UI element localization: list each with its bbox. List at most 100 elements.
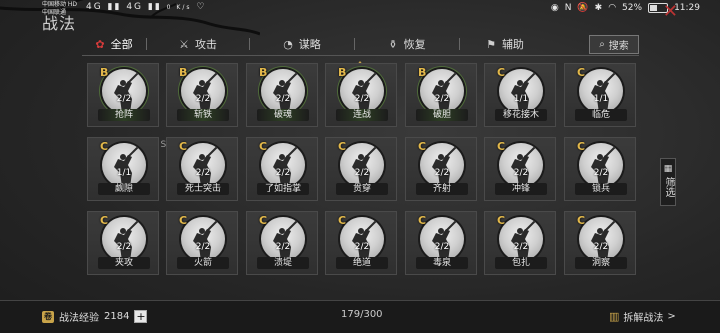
- tactic-card[interactable]: C1/1觑隙S3: [87, 137, 172, 201]
- tactic-grid: B 2/2 抢阵 B 2/2 斩铁 B 2/2 破魂 B 2/2 连战 B 2/2 破胆 C 1/1 移花接木 C 1…: [87, 63, 637, 300]
- rank-badge: C: [179, 214, 188, 227]
- tab-3[interactable]: ◔ 谋略: [250, 33, 354, 55]
- tactic-count: 2/2: [434, 94, 450, 104]
- page-title: 战法: [42, 14, 77, 33]
- nfc-icon: N: [564, 3, 572, 13]
- tactic-card[interactable]: B 2/2 破胆: [405, 63, 477, 127]
- add-exp-button[interactable]: +: [134, 310, 148, 323]
- warrior-portrait-icon: [102, 217, 146, 261]
- warrior-portrait-icon: [420, 143, 464, 187]
- tactic-card[interactable]: C 1/1 临危: [564, 63, 636, 127]
- dismantle-button[interactable]: ▥ 拆解战法 >: [609, 309, 676, 324]
- tactic-card[interactable]: C 2/2 了如指掌: [246, 137, 318, 201]
- tab-label: 辅助: [501, 38, 524, 51]
- tactic-count: 2/2: [195, 242, 211, 252]
- tactic-card[interactable]: C 2/2 齐射: [405, 137, 477, 201]
- search-icon: ⌕: [599, 39, 605, 50]
- tactic-count: 2/2: [275, 168, 291, 178]
- tactic-count: 1/1: [593, 94, 609, 104]
- tactic-count: 2/2: [116, 242, 132, 252]
- tactic-name: 贯穿: [336, 183, 388, 195]
- rank-badge: C: [497, 140, 506, 153]
- tactic-card[interactable]: C 2/2 死士突击: [166, 137, 238, 201]
- warrior-portrait-icon: [181, 69, 225, 113]
- tab-1[interactable]: ✿ 全部: [82, 33, 146, 55]
- tactic-count: 2/2: [434, 242, 450, 252]
- rank-badge: C: [577, 214, 586, 227]
- tab-4[interactable]: ⚱ 恢复: [355, 33, 459, 55]
- tactic-card[interactable]: C 2/2 毒泉: [405, 211, 477, 275]
- tactic-name: 绝道: [336, 257, 388, 269]
- tab-5[interactable]: ⚑ 辅助: [460, 33, 550, 55]
- tactic-card[interactable]: B 2/2 破魂: [246, 63, 318, 127]
- tactic-card[interactable]: C 2/2 火箭: [166, 211, 238, 275]
- signal-icon: 4G ▮▮ 4G ▮▮ 0 K/s ♡: [86, 2, 207, 12]
- tactic-name: 夹攻: [98, 257, 150, 269]
- rank-badge: C: [179, 140, 188, 153]
- tactic-count: 2/2: [593, 168, 609, 178]
- tactic-name: 溃堤: [257, 257, 309, 269]
- flower-icon: ✿: [95, 37, 105, 51]
- tactic-card[interactable]: C 2/2 锁兵: [564, 137, 636, 201]
- tactic-card[interactable]: B 2/2 抢阵: [87, 63, 159, 127]
- rank-badge: C: [338, 214, 347, 227]
- warrior-portrait-icon: [102, 143, 146, 187]
- tactic-card[interactable]: C 2/2 贯穿: [325, 137, 397, 201]
- wifi-icon: ◠: [608, 3, 617, 13]
- book-icon: 卷: [42, 310, 54, 323]
- tactic-count: 2/2: [275, 242, 291, 252]
- tactic-exp: 卷 战法经验 2184 +: [42, 309, 148, 324]
- tactic-name: 破魂: [257, 109, 309, 121]
- warrior-portrait-icon: [499, 69, 543, 113]
- warrior-portrait-icon: [340, 217, 384, 261]
- rank-badge: B: [418, 66, 427, 79]
- rank-badge: C: [497, 214, 506, 227]
- tactic-card[interactable]: C 1/1 移花接木: [484, 63, 556, 127]
- close-icon[interactable]: ✕: [663, 3, 678, 21]
- tactic-card[interactable]: C 2/2 夹攻: [87, 211, 159, 275]
- tactic-name: 死士突击: [177, 183, 229, 195]
- warrior-portrait-icon: [420, 217, 464, 261]
- tab-2[interactable]: ⚔ 攻击: [147, 33, 249, 55]
- tactic-card[interactable]: C 2/2 溃堤: [246, 211, 318, 275]
- tactic-card[interactable]: C 2/2 包扎: [484, 211, 556, 275]
- tactic-card[interactable]: C 2/2 洞察: [564, 211, 636, 275]
- rank-badge: B: [100, 66, 109, 79]
- tactic-count: 2/2: [195, 168, 211, 178]
- tab-label: 攻击: [194, 38, 217, 51]
- tactic-card[interactable]: C 2/2 冲锋: [484, 137, 556, 201]
- rank-badge: C: [577, 140, 586, 153]
- rank-badge: C: [577, 66, 586, 79]
- tactic-name: 冲锋: [495, 183, 547, 195]
- scroll-icon: ▥: [609, 310, 620, 323]
- warrior-portrait-icon: [261, 69, 305, 113]
- flag-icon: ⚑: [486, 37, 496, 51]
- tactic-count: 2/2: [354, 168, 370, 178]
- warrior-portrait-icon: [579, 143, 623, 187]
- warrior-portrait-icon: [579, 69, 623, 113]
- tactic-name: 觑隙: [98, 183, 150, 195]
- filter-button[interactable]: ▦ 筛选: [660, 158, 676, 206]
- tactic-count: 2/2: [275, 94, 291, 104]
- carrier-1: 中国移动 HD: [42, 1, 78, 8]
- category-tabs: ✿ 全部 ⚔ 攻击 ◔ 谋略 ⚱ 恢复 ⚑ 辅助 ⌕ 搜索: [82, 33, 639, 56]
- tab-label: 全部: [110, 38, 133, 51]
- warrior-portrait-icon: [499, 217, 543, 261]
- tactic-card[interactable]: C 2/2 绝道: [325, 211, 397, 275]
- tactic-count: 1/1: [116, 168, 132, 178]
- rank-badge: B: [259, 66, 268, 79]
- tactic-name: 锁兵: [575, 183, 627, 195]
- search-button[interactable]: ⌕ 搜索: [589, 35, 639, 54]
- tactic-name: 包扎: [495, 257, 547, 269]
- fan-icon: ◔: [283, 37, 293, 51]
- network-speed: 0 K/s: [166, 4, 192, 11]
- tactic-count: 2/2: [434, 168, 450, 178]
- tactic-card[interactable]: B 2/2 斩铁: [166, 63, 238, 127]
- bluetooth-icon: ✱: [594, 3, 603, 13]
- tactic-name: 毒泉: [416, 257, 468, 269]
- tactic-card[interactable]: B 2/2 连战: [325, 63, 397, 127]
- tactic-name: 了如指掌: [257, 183, 309, 195]
- tactic-name: 洞察: [575, 257, 627, 269]
- rank-badge: C: [418, 214, 427, 227]
- rank-badge: C: [259, 214, 268, 227]
